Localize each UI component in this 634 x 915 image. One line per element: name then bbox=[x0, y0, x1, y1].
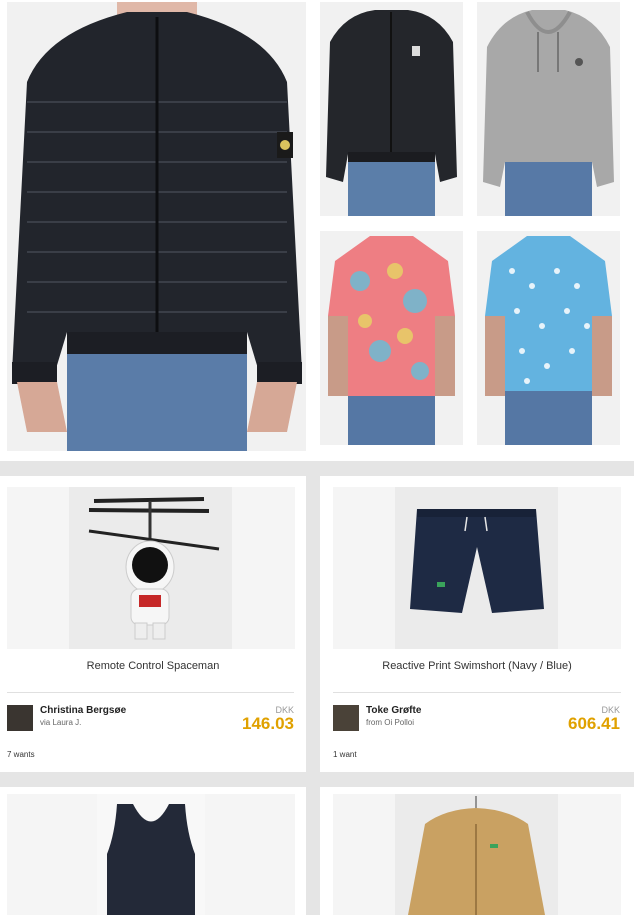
tan-jacket-image bbox=[395, 794, 558, 915]
avatar[interactable] bbox=[333, 705, 359, 731]
black-hooded-jacket-image bbox=[320, 2, 463, 216]
pink-print-shirt-image bbox=[320, 231, 463, 445]
card-divider bbox=[7, 692, 294, 693]
wants-count[interactable]: 1 want bbox=[333, 750, 357, 759]
product-collage bbox=[0, 0, 634, 461]
product-image-box[interactable] bbox=[7, 794, 295, 915]
product-card[interactable]: Remote Control Spaceman Christina Bergsø… bbox=[0, 476, 306, 772]
collage-tile-large[interactable] bbox=[7, 2, 306, 451]
product-image-box[interactable] bbox=[7, 487, 295, 649]
user-name[interactable]: Toke Grøfte bbox=[366, 705, 421, 716]
spaceman-image bbox=[69, 487, 232, 649]
product-card[interactable] bbox=[320, 787, 634, 915]
product-image-box[interactable] bbox=[333, 794, 621, 915]
tank-top-image bbox=[97, 794, 205, 915]
wants-count[interactable]: 7 wants bbox=[7, 750, 35, 759]
product-card[interactable]: Reactive Print Swimshort (Navy / Blue) T… bbox=[320, 476, 634, 772]
user-name[interactable]: Christina Bergsøe bbox=[40, 705, 126, 716]
price: 606.41 bbox=[568, 714, 620, 733]
product-image-box[interactable] bbox=[333, 487, 621, 649]
collage-tile-2[interactable] bbox=[320, 2, 463, 216]
user-source: from Oi Polloi bbox=[366, 718, 415, 727]
user-source: via Laura J. bbox=[40, 718, 82, 727]
grey-hoodie-image bbox=[477, 2, 620, 216]
product-title[interactable]: Reactive Print Swimshort (Navy / Blue) bbox=[320, 660, 634, 672]
product-card[interactable] bbox=[0, 787, 306, 915]
down-jacket-image bbox=[7, 2, 306, 451]
product-title[interactable]: Remote Control Spaceman bbox=[0, 660, 306, 672]
price: 146.03 bbox=[242, 714, 294, 733]
collage-tile-3[interactable] bbox=[477, 2, 620, 216]
avatar[interactable] bbox=[7, 705, 33, 731]
swimshort-image bbox=[395, 487, 558, 649]
collage-tile-5[interactable] bbox=[477, 231, 620, 445]
card-divider bbox=[333, 692, 621, 693]
collage-tile-4[interactable] bbox=[320, 231, 463, 445]
blue-dot-shirt-image bbox=[477, 231, 620, 445]
